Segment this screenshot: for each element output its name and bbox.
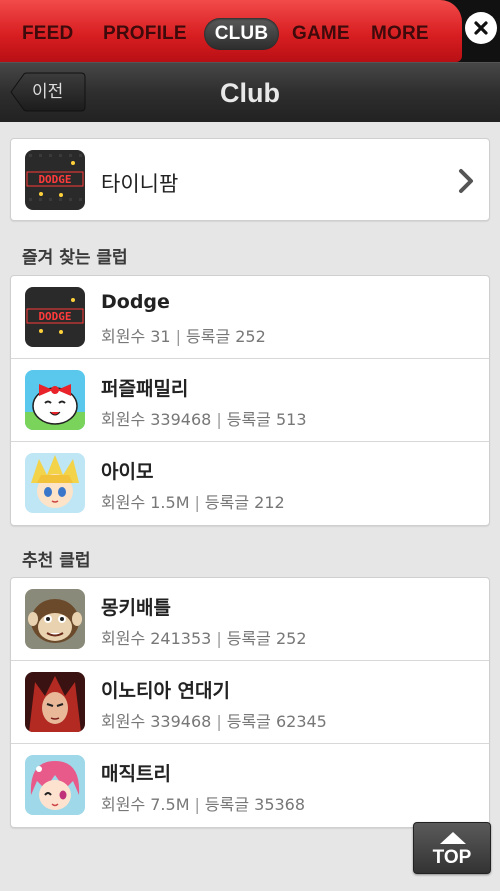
dodge-game-icon: DODGE xyxy=(25,150,85,210)
dodge-game-icon: DODGE xyxy=(25,287,85,347)
club-stats: 회원수 241353 | 등록글 252 xyxy=(101,625,307,649)
stats-divider: | xyxy=(216,410,222,429)
back-button[interactable]: 이전 xyxy=(10,72,86,112)
club-name: 아이모 xyxy=(101,461,154,483)
stats-divider: | xyxy=(216,629,222,648)
tab-game[interactable]: GAME xyxy=(292,19,350,49)
back-label: 이전 xyxy=(32,82,64,102)
list-item[interactable]: DODGE Dodge 회원수 31 | 등록글 252 xyxy=(11,276,489,359)
tab-club[interactable]: CLUB xyxy=(204,18,279,50)
stats-divider: | xyxy=(194,493,200,512)
post-count: 등록글 252 xyxy=(226,629,307,648)
club-stats: 회원수 7.5M | 등록글 35368 xyxy=(101,791,305,815)
chevron-right-icon xyxy=(459,169,473,193)
tab-feed[interactable]: FEED xyxy=(22,19,73,49)
member-count: 회원수 31 xyxy=(101,327,171,346)
favorites-section-title: 즐겨 찾는 클럽 xyxy=(22,248,128,268)
top-label: TOP xyxy=(432,847,472,868)
tab-profile[interactable]: PROFILE xyxy=(103,19,187,49)
puzzle-family-icon xyxy=(25,370,85,430)
post-count: 등록글 35368 xyxy=(204,795,306,814)
post-count: 등록글 62345 xyxy=(226,712,327,731)
post-count: 등록글 513 xyxy=(226,410,307,429)
inotia-icon xyxy=(25,672,85,732)
arrow-up-icon xyxy=(440,832,466,844)
title-bar: 이전 Club xyxy=(0,62,500,122)
svg-text:DODGE: DODGE xyxy=(38,310,71,323)
tab-more[interactable]: MORE xyxy=(371,19,429,49)
member-count: 회원수 1.5M xyxy=(101,493,190,512)
recommended-list: 몽키배틀 회원수 241353 | 등록글 252 이노티아 연대기 회원수 339… xyxy=(10,577,490,828)
recommended-section-title: 추천 클럽 xyxy=(22,551,91,571)
member-count: 회원수 7.5M xyxy=(101,795,190,814)
club-name: 몽키배틀 xyxy=(101,597,171,619)
member-count: 회원수 339468 xyxy=(101,712,212,731)
my-club-row[interactable]: DODGE 타이니팜 xyxy=(11,139,489,220)
scroll-to-top-button[interactable]: TOP xyxy=(413,822,491,874)
my-club-card[interactable]: DODGE 타이니팜 xyxy=(10,138,490,221)
magic-tree-icon xyxy=(25,755,85,815)
stats-divider: | xyxy=(175,327,181,346)
club-stats: 회원수 1.5M | 등록글 212 xyxy=(101,489,285,513)
close-button[interactable] xyxy=(465,12,497,44)
club-stats: 회원수 31 | 등록글 252 xyxy=(101,323,266,347)
stats-divider: | xyxy=(216,712,222,731)
post-count: 등록글 212 xyxy=(204,493,285,512)
post-count: 등록글 252 xyxy=(186,327,266,346)
stats-divider: | xyxy=(194,795,200,814)
close-icon xyxy=(474,21,488,35)
club-name: 이노티아 연대기 xyxy=(101,680,230,702)
top-nav-bar: FEED PROFILE CLUB GAME MORE xyxy=(0,0,500,62)
list-item[interactable]: 퍼즐패밀리 회원수 339468 | 등록글 513 xyxy=(11,359,489,442)
club-name: Dodge xyxy=(101,291,170,313)
club-stats: 회원수 339468 | 등록글 62345 xyxy=(101,708,327,732)
club-name: 매직트리 xyxy=(101,763,171,785)
aimo-icon xyxy=(25,453,85,513)
my-club-name: 타이니팜 xyxy=(101,172,179,196)
club-stats: 회원수 339468 | 등록글 513 xyxy=(101,406,307,430)
favorites-list: DODGE Dodge 회원수 31 | 등록글 252 퍼즐패밀리 회원수 3… xyxy=(10,275,490,526)
member-count: 회원수 241353 xyxy=(101,629,212,648)
list-item[interactable]: 몽키배틀 회원수 241353 | 등록글 252 xyxy=(11,578,489,661)
list-item[interactable]: 아이모 회원수 1.5M | 등록글 212 xyxy=(11,442,489,525)
list-item[interactable]: 이노티아 연대기 회원수 339468 | 등록글 62345 xyxy=(11,661,489,744)
club-name: 퍼즐패밀리 xyxy=(101,378,189,400)
member-count: 회원수 339468 xyxy=(101,410,212,429)
svg-text:DODGE: DODGE xyxy=(38,173,71,186)
monkey-battle-icon xyxy=(25,589,85,649)
list-item[interactable]: 매직트리 회원수 7.5M | 등록글 35368 xyxy=(11,744,489,827)
